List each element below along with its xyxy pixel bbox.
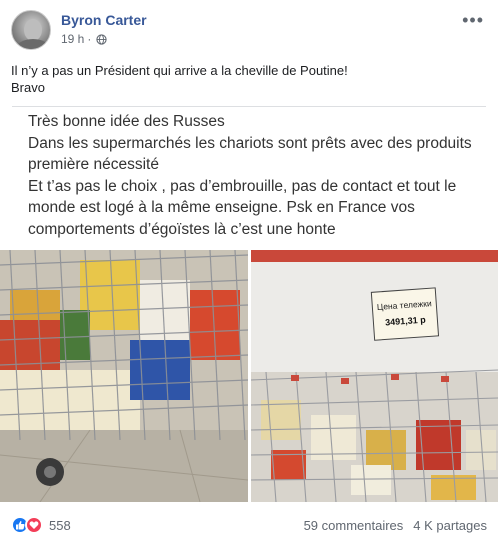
post-text-line: Bravo <box>11 80 45 95</box>
comments-count[interactable]: 59 commentaires <box>304 518 404 533</box>
photo-cart-closeup[interactable] <box>0 250 248 502</box>
shared-image-text: Très bonne idée des Russes Dans les supe… <box>12 106 486 249</box>
meta-separator: · <box>87 32 92 46</box>
post-text: Il n’y a pas un Président qui arrive a l… <box>11 62 487 96</box>
globe-icon[interactable] <box>96 33 107 45</box>
post-text-line: Il n’y a pas un Président qui arrive a l… <box>11 63 348 78</box>
shares-count[interactable]: 4 K partages <box>413 518 487 533</box>
carts-row-illustration: Цена тележки 3491,31 р <box>251 250 498 502</box>
author-name[interactable]: Byron Carter <box>61 12 147 28</box>
reactions-summary[interactable]: 558 <box>11 516 71 534</box>
love-reaction-icon <box>25 516 43 534</box>
photo-grid: Цена тележки 3491,31 р <box>0 250 498 502</box>
avatar[interactable] <box>11 10 51 50</box>
post-footer: 558 59 commentaires 4 K partages <box>0 508 498 546</box>
post-meta: 19 h · <box>61 32 107 46</box>
post-header: Byron Carter 19 h · ••• <box>0 0 498 58</box>
cart-closeup-illustration <box>0 250 248 502</box>
post-timestamp[interactable]: 19 h <box>61 32 84 46</box>
shared-caption: Très bonne idée des Russes Dans les supe… <box>28 113 472 238</box>
reaction-count[interactable]: 558 <box>49 518 71 533</box>
engagement-counts: 59 commentaires 4 K partages <box>304 518 487 533</box>
more-options-icon[interactable]: ••• <box>462 10 484 31</box>
photo-carts-row[interactable]: Цена тележки 3491,31 р <box>251 250 498 502</box>
